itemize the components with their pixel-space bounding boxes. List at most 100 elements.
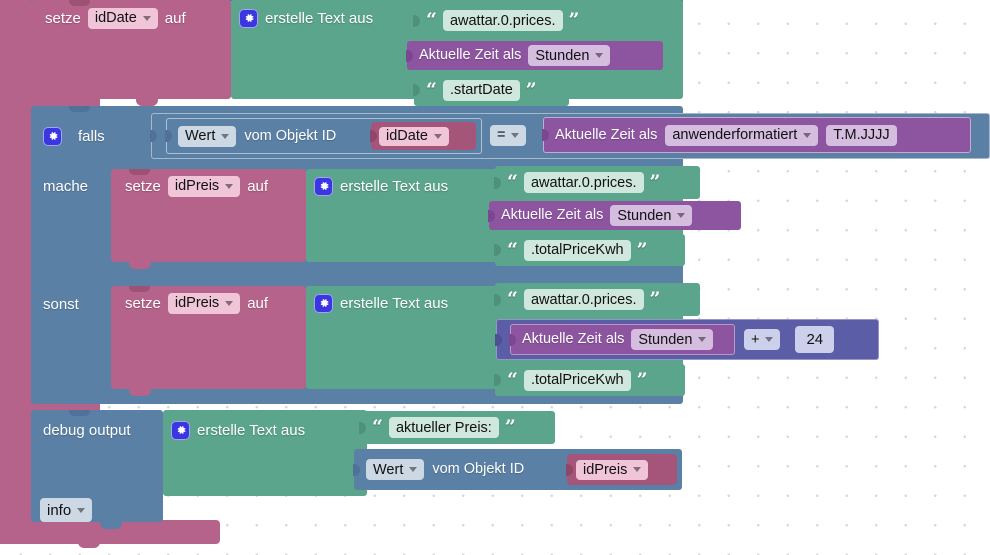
arithmetic-block[interactable]: Aktuelle Zeit als Stunden + 24 bbox=[495, 319, 879, 360]
set-idpreis-do-bottom-notch bbox=[129, 262, 151, 269]
text-value-field[interactable]: awattar.0.prices. bbox=[442, 10, 563, 31]
math-operator-dropdown[interactable]: + bbox=[744, 329, 781, 350]
text-literal-block-2[interactable]: “ .startDate ” bbox=[413, 74, 569, 106]
set-variable-idpreis-block-else[interactable]: setze idPreis auf bbox=[111, 286, 306, 389]
text-value-field[interactable]: .totalPriceKwh bbox=[523, 369, 631, 391]
text-value-field[interactable]: aktueller Preis: bbox=[388, 417, 499, 438]
text-literal-block-1[interactable]: “ awattar.0.prices. ” bbox=[413, 4, 619, 37]
text-literal-block-3[interactable]: “ awattar.0.prices. ” bbox=[494, 166, 700, 199]
text-value-field[interactable]: .startDate bbox=[442, 79, 520, 101]
quote-close: ” bbox=[649, 288, 661, 310]
object-id-dropdown[interactable]: idPreis bbox=[576, 459, 649, 480]
text-value-field[interactable]: awattar.0.prices. bbox=[523, 172, 644, 193]
current-time-block-2[interactable]: Aktuelle Zeit als Stunden bbox=[488, 201, 741, 230]
input-socket bbox=[488, 207, 497, 225]
current-time-label: Aktuelle Zeit als bbox=[522, 331, 625, 348]
object-id-block-idpreis[interactable]: idPreis bbox=[566, 454, 677, 485]
time-unit-value: Stunden bbox=[617, 207, 672, 224]
set-variable-iddate-block[interactable]: setze idDate auf bbox=[31, 0, 231, 99]
create-text-label: erstelle Text aus bbox=[340, 177, 449, 195]
chevron-down-icon bbox=[433, 133, 442, 139]
quote-close: ” bbox=[636, 238, 648, 261]
value-selector-dropdown[interactable]: Wert bbox=[366, 459, 425, 480]
comparison-operator-dropdown[interactable]: = bbox=[490, 124, 527, 146]
quote-close: ” bbox=[649, 171, 661, 193]
gear-icon[interactable] bbox=[239, 8, 258, 28]
if-label: falls bbox=[78, 127, 105, 145]
quote-close: ” bbox=[504, 416, 516, 438]
value-selector: Wert bbox=[185, 128, 216, 144]
current-time-formatted-block[interactable]: Aktuelle Zeit als anwenderformatiert T.M… bbox=[542, 117, 971, 153]
date-pattern-value: T.M.JJJJ bbox=[833, 127, 890, 143]
input-socket bbox=[494, 291, 503, 309]
blockly-workspace[interactable]: setze idDate auf erstelle Text aus “ awa bbox=[0, 0, 990, 555]
variable-name: idDate bbox=[94, 10, 137, 26]
gear-icon[interactable] bbox=[314, 176, 333, 196]
chevron-down-icon bbox=[595, 53, 604, 58]
input-socket bbox=[494, 371, 503, 389]
chevron-down-icon bbox=[765, 337, 774, 342]
time-format-value: anwenderformatiert bbox=[672, 127, 798, 143]
date-pattern-field[interactable]: T.M.JJJJ bbox=[826, 124, 897, 146]
input-socket bbox=[542, 126, 551, 144]
operator-value: = bbox=[497, 127, 506, 143]
input-socket bbox=[165, 127, 174, 145]
do-label: mache bbox=[43, 177, 89, 195]
object-id-dropdown[interactable]: idDate bbox=[379, 126, 449, 146]
gear-icon[interactable] bbox=[171, 420, 190, 440]
chevron-down-icon bbox=[142, 15, 151, 21]
input-socket bbox=[495, 331, 504, 349]
input-socket bbox=[509, 331, 518, 349]
text-value-field[interactable]: .totalPriceKwh bbox=[523, 239, 631, 261]
set-variable-idpreis-block-do[interactable]: setze idPreis auf bbox=[111, 169, 306, 262]
text-literal-block-7[interactable]: “ aktueller Preis: ” bbox=[359, 411, 555, 444]
text-literal-block-6[interactable]: “ .totalPriceKwh ” bbox=[494, 364, 685, 396]
quote-open: “ bbox=[426, 78, 437, 101]
value-selector-dropdown[interactable]: Wert bbox=[178, 125, 237, 147]
debug-label-wrap: debug output bbox=[31, 410, 163, 450]
variable-dropdown-idpreis[interactable]: idPreis bbox=[167, 292, 241, 314]
gear-icon[interactable] bbox=[314, 293, 333, 313]
chevron-down-icon bbox=[77, 507, 86, 513]
create-text-block-4[interactable]: erstelle Text aus bbox=[163, 410, 367, 496]
time-unit-dropdown[interactable]: Stunden bbox=[631, 329, 714, 350]
assign-word: auf bbox=[247, 294, 269, 312]
gear-icon[interactable] bbox=[43, 126, 62, 146]
assign-word: auf bbox=[164, 9, 186, 27]
set-iddate-bottom-notch bbox=[136, 99, 158, 106]
text-value-field[interactable]: awattar.0.prices. bbox=[523, 289, 644, 310]
variable-dropdown-idpreis[interactable]: idPreis bbox=[167, 175, 241, 197]
math-operator-value: + bbox=[751, 331, 760, 348]
assign-word: auf bbox=[247, 177, 269, 195]
set-keyword: setze bbox=[125, 177, 161, 195]
time-unit-value: Stunden bbox=[638, 331, 693, 348]
outer-wrapper-foot-notch bbox=[78, 540, 100, 548]
number-field[interactable]: 24 bbox=[795, 326, 835, 353]
input-socket bbox=[566, 461, 575, 479]
current-time-label: Aktuelle Zeit als bbox=[419, 47, 522, 64]
time-unit-dropdown[interactable]: Stunden bbox=[528, 45, 611, 66]
input-socket bbox=[359, 419, 368, 437]
variable-dropdown-iddate[interactable]: idDate bbox=[87, 7, 158, 29]
chevron-down-icon bbox=[221, 133, 230, 139]
quote-close: ” bbox=[568, 9, 580, 31]
chevron-down-icon bbox=[225, 183, 234, 189]
log-level-dropdown[interactable]: info bbox=[40, 498, 93, 522]
time-unit-dropdown[interactable]: Stunden bbox=[610, 205, 693, 226]
text-literal-block-4[interactable]: “ .totalPriceKwh ” bbox=[494, 234, 685, 266]
chevron-down-icon bbox=[698, 337, 707, 342]
object-id-phrase: vom Objekt ID bbox=[244, 127, 337, 144]
chevron-down-icon bbox=[225, 300, 234, 306]
text-literal-block-5[interactable]: “ awattar.0.prices. ” bbox=[494, 283, 700, 316]
set-idpreis-else-bottom-notch bbox=[129, 389, 151, 396]
variable-name: idPreis bbox=[174, 178, 220, 194]
object-id-block-iddate[interactable]: idDate bbox=[370, 122, 476, 150]
time-format-dropdown[interactable]: anwenderformatiert bbox=[665, 124, 819, 146]
input-socket bbox=[413, 12, 422, 30]
object-id-phrase: vom Objekt ID bbox=[432, 461, 525, 478]
input-socket bbox=[413, 81, 422, 99]
object-id-value: idDate bbox=[386, 128, 428, 144]
chevron-down-icon bbox=[511, 132, 520, 138]
current-time-block-3[interactable]: Aktuelle Zeit als Stunden bbox=[509, 324, 735, 355]
current-time-block-1[interactable]: Aktuelle Zeit als Stunden bbox=[406, 41, 663, 70]
